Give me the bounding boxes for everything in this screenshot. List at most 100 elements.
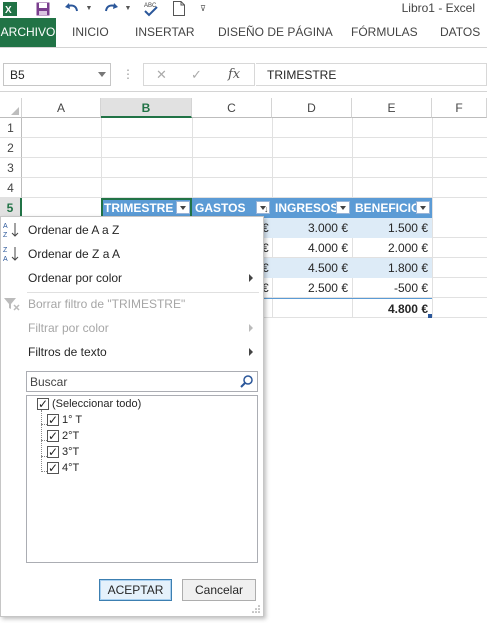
- table-header-label: BENEFICIO: [355, 201, 421, 215]
- new-document-icon[interactable]: [170, 0, 188, 17]
- table-header-label: TRIMESTRE: [104, 201, 174, 215]
- accept-button[interactable]: ACEPTAR: [99, 579, 172, 601]
- svg-text:Z: Z: [3, 247, 8, 254]
- tab-datos[interactable]: DATOS: [440, 18, 480, 47]
- formula-input[interactable]: TRIMESTRE: [256, 63, 487, 86]
- submenu-arrow-icon: [249, 324, 253, 332]
- table-header-ingresos[interactable]: INGRESOS: [272, 198, 352, 218]
- list-item-3t[interactable]: 3°T: [47, 444, 79, 460]
- row-header-4[interactable]: 4: [0, 178, 22, 198]
- table-cell[interactable]: 2.000 €: [352, 238, 432, 258]
- menu-item-sort-by-color[interactable]: Ordenar por color: [1, 266, 263, 290]
- formula-bar: B5 ⋮ ✕ ✓ fx TRIMESTRE: [0, 48, 487, 92]
- filter-dropdown-button[interactable]: [256, 199, 270, 218]
- list-item-select-all[interactable]: (Seleccionar todo): [37, 396, 141, 412]
- formula-bar-grip-icon[interactable]: ⋮: [122, 67, 134, 81]
- name-box-value: B5: [10, 68, 25, 82]
- table-cell[interactable]: 2.500 €: [272, 278, 352, 298]
- title-bar: X ▼ ▼ ABC ⊽ Libro1 - Excel: [0, 0, 487, 17]
- filter-dropdown-button[interactable]: [416, 201, 430, 214]
- submenu-arrow-icon: [249, 274, 253, 282]
- filter-values-list[interactable]: (Seleccionar todo) 1° T 2°T 3°T 4°T: [26, 395, 258, 563]
- column-header-c[interactable]: C: [192, 98, 272, 118]
- formula-value: TRIMESTRE: [267, 68, 337, 82]
- checkbox[interactable]: [47, 444, 59, 460]
- list-item-label: 2°T: [62, 430, 80, 442]
- select-all-corner[interactable]: [0, 98, 22, 118]
- gridline: [432, 118, 433, 318]
- search-icon[interactable]: [239, 374, 254, 389]
- undo-dropdown-icon[interactable]: ▼: [84, 0, 94, 17]
- table-cell[interactable]: -500 €: [352, 278, 432, 298]
- column-header-b[interactable]: B: [101, 98, 192, 118]
- menu-item-clear-filter[interactable]: Borrar filtro de "TRIMESTRE": [1, 292, 263, 316]
- total-beneficio-cell[interactable]: 4.800 €: [352, 298, 432, 318]
- redo-dropdown-icon[interactable]: ▼: [123, 0, 133, 17]
- column-header-a[interactable]: A: [22, 98, 101, 118]
- row-header-1[interactable]: 1: [0, 118, 22, 138]
- row-header-5[interactable]: 5: [0, 198, 22, 218]
- resize-grip-icon[interactable]: [252, 605, 260, 613]
- table-cell[interactable]: 4.500 €: [272, 258, 352, 278]
- window-title: Libro1 - Excel: [401, 1, 475, 15]
- filter-search-input[interactable]: Buscar: [26, 371, 258, 392]
- table-header-gastos[interactable]: GASTOS: [192, 198, 272, 218]
- svg-text:Z: Z: [3, 232, 8, 239]
- clear-filter-icon: [3, 295, 23, 313]
- menu-item-text-filters[interactable]: Filtros de texto: [1, 340, 263, 364]
- checkbox[interactable]: [47, 460, 59, 476]
- svg-text:A: A: [3, 223, 8, 230]
- menu-item-filter-by-color[interactable]: Filtrar por color: [1, 316, 263, 340]
- table-header-label: GASTOS: [195, 201, 246, 215]
- checkbox[interactable]: [47, 412, 59, 428]
- table-header-label: INGRESOS: [275, 201, 339, 215]
- table-cell[interactable]: 3.000 €: [272, 218, 352, 238]
- table-cell[interactable]: 4.000 €: [272, 238, 352, 258]
- menu-item-sort-a-z[interactable]: AZ Ordenar de A a Z: [1, 218, 263, 242]
- save-icon[interactable]: [34, 0, 52, 17]
- checkbox[interactable]: [37, 396, 49, 412]
- gridline: [22, 157, 487, 158]
- column-header-e[interactable]: E: [352, 98, 432, 118]
- row-header-2[interactable]: 2: [0, 138, 22, 158]
- tab-insertar[interactable]: INSERTAR: [135, 18, 195, 47]
- table-cell[interactable]: 1.800 €: [352, 258, 432, 278]
- tab-inicio[interactable]: INICIO: [72, 18, 109, 47]
- cancel-button[interactable]: Cancelar: [182, 579, 256, 601]
- list-item-1t[interactable]: 1° T: [47, 412, 82, 428]
- enter-entry-icon[interactable]: ✓: [191, 67, 202, 83]
- list-item-2t[interactable]: 2°T: [47, 428, 79, 444]
- table-cell[interactable]: 1.500 €: [352, 218, 432, 238]
- insert-function-icon[interactable]: fx: [228, 67, 240, 82]
- search-placeholder: Buscar: [30, 375, 68, 389]
- tab-diseno-de-pagina[interactable]: DISEÑO DE PÁGINA: [218, 18, 333, 47]
- tab-archivo[interactable]: ARCHIVO: [0, 18, 56, 47]
- cancel-entry-icon[interactable]: ✕: [156, 67, 167, 83]
- undo-icon[interactable]: [62, 0, 82, 17]
- menu-item-label: Ordenar por color: [28, 271, 123, 285]
- tab-formulas[interactable]: FÓRMULAS: [351, 18, 418, 47]
- filter-dropdown-button[interactable]: [336, 201, 350, 214]
- formula-buttons: ✕ ✓ fx: [143, 63, 255, 86]
- table-header-trimestre[interactable]: TRIMESTRE: [101, 198, 192, 218]
- menu-item-label: Ordenar de Z a A: [28, 247, 121, 261]
- filter-dropdown-button[interactable]: [176, 201, 190, 214]
- menu-item-label: Borrar filtro de "TRIMESTRE": [28, 297, 186, 311]
- list-item-label: 3°T: [62, 446, 80, 458]
- table-resize-handle[interactable]: [428, 314, 432, 318]
- list-item-4t[interactable]: 4°T: [47, 460, 79, 476]
- menu-item-sort-z-a[interactable]: ZA Ordenar de Z a A: [1, 242, 263, 266]
- table-header-beneficio[interactable]: BENEFICIO: [352, 198, 432, 218]
- list-item-label: (Seleccionar todo): [52, 398, 142, 410]
- row-header-3[interactable]: 3: [0, 158, 22, 178]
- name-box-dropdown-icon[interactable]: [98, 72, 106, 77]
- customize-toolbar-icon[interactable]: ⊽: [197, 0, 209, 17]
- spelling-icon[interactable]: ABC: [141, 0, 161, 17]
- column-header-d[interactable]: D: [272, 98, 352, 118]
- redo-icon[interactable]: [101, 0, 121, 17]
- name-box[interactable]: B5: [3, 63, 111, 86]
- column-header-f[interactable]: F: [432, 98, 487, 118]
- checkbox[interactable]: [47, 428, 59, 444]
- ribbon-tabs: ARCHIVO INICIO INSERTAR DISEÑO DE PÁGINA…: [0, 18, 487, 47]
- menu-item-label: Filtrar por color: [28, 321, 109, 335]
